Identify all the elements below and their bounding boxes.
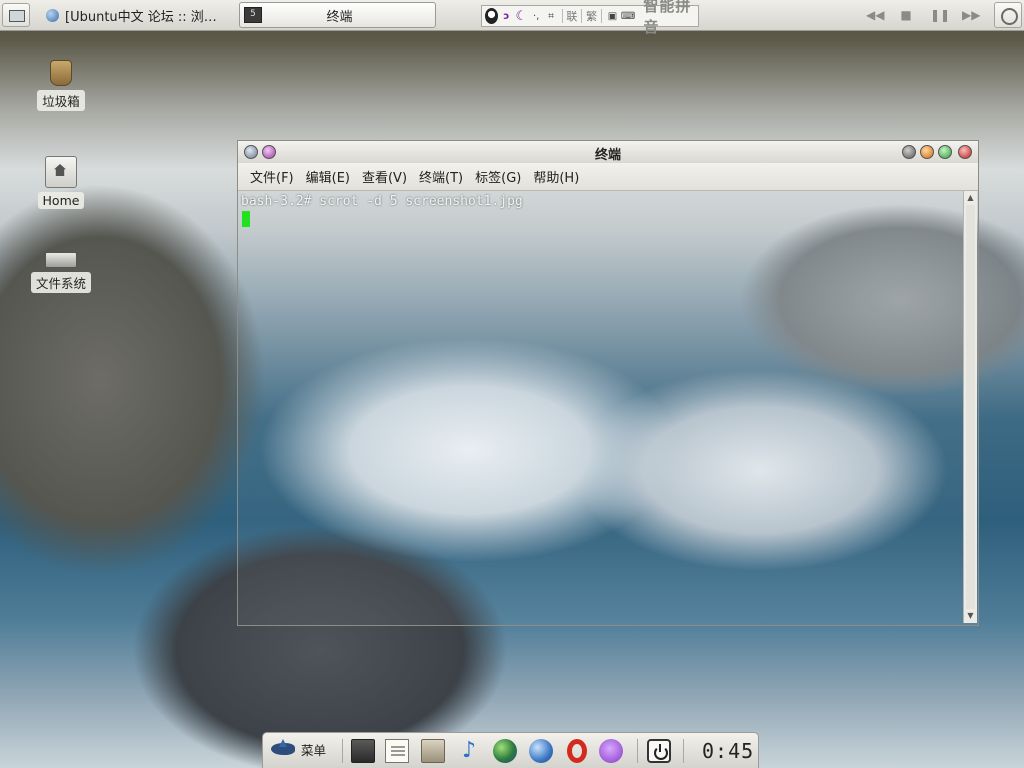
text-cursor bbox=[242, 211, 250, 227]
opera-browser-icon[interactable] bbox=[567, 739, 587, 763]
minimize-button[interactable] bbox=[902, 145, 916, 159]
earth-icon[interactable] bbox=[493, 739, 517, 763]
command-line: bash-3.2# scrot -d 5 screenshot1.jpg bbox=[241, 194, 523, 209]
input-method-bar: ɔ ☾ ·, ⌗ 联 繁 ▣ ⌨ 智能拼音 bbox=[481, 0, 699, 36]
traditional-toggle[interactable]: 繁 bbox=[586, 8, 597, 24]
lock-icon[interactable]: ▣ bbox=[606, 8, 619, 24]
taskbar-item-browser[interactable]: [Ubuntu中文 论坛 :: 浏… bbox=[40, 2, 235, 28]
desktop-icon-label: 文件系统 bbox=[30, 272, 91, 293]
filesystem-icon bbox=[45, 252, 77, 268]
ime-mode-icon[interactable]: ɔ bbox=[500, 8, 513, 24]
stop-icon[interactable]: ■ bbox=[898, 7, 914, 23]
browser-globe-icon bbox=[46, 8, 59, 22]
next-track-icon[interactable]: ▶▶ bbox=[962, 7, 980, 23]
menu-terminal[interactable]: 终端(T) bbox=[413, 167, 469, 186]
scroll-down-icon[interactable]: ▼ bbox=[964, 610, 977, 622]
keyboard-icon[interactable]: ⌨ bbox=[621, 8, 635, 24]
main-menu-label: 菜单 bbox=[301, 742, 327, 758]
file-manager-icon[interactable] bbox=[421, 739, 445, 763]
menu-logo-icon bbox=[269, 737, 297, 761]
menu-tabs[interactable]: 标签(G) bbox=[469, 167, 527, 186]
show-desktop-button[interactable] bbox=[2, 3, 30, 27]
power-icon[interactable] bbox=[647, 739, 671, 763]
desktop-icon-label: 垃圾箱 bbox=[37, 90, 85, 111]
taskbar-item-label: 终端 bbox=[326, 9, 353, 25]
trash-icon bbox=[50, 60, 72, 86]
terminal-menubar: 文件(F) 编辑(E) 查看(V) 终端(T) 标签(G) 帮助(H) bbox=[238, 163, 978, 191]
penguin-icon[interactable] bbox=[485, 8, 498, 24]
restore-button[interactable] bbox=[938, 145, 952, 159]
chat-icon[interactable] bbox=[599, 739, 623, 763]
close-button[interactable] bbox=[958, 145, 972, 159]
desktop-icon-home[interactable]: Home bbox=[16, 156, 106, 209]
terminal-window: 终端 文件(F) 编辑(E) 查看(V) 终端(T) 标签(G) 帮助(H) b… bbox=[237, 140, 979, 626]
tray-status-icon[interactable] bbox=[994, 2, 1022, 28]
menu-help[interactable]: 帮助(H) bbox=[527, 167, 585, 186]
window-titlebar[interactable]: 终端 bbox=[238, 141, 978, 164]
menu-view[interactable]: 查看(V) bbox=[356, 167, 413, 186]
punctuation-icon[interactable]: ·, bbox=[530, 8, 543, 24]
desktop-icon-label: Home bbox=[37, 192, 85, 209]
vertical-scrollbar[interactable]: ▲ ▼ bbox=[963, 191, 977, 623]
menu-file[interactable]: 文件(F) bbox=[244, 167, 300, 186]
home-folder-icon bbox=[45, 156, 77, 188]
desktop-icon-trash[interactable]: 垃圾箱 bbox=[16, 60, 106, 111]
terminal-icon: 5 bbox=[244, 7, 262, 23]
pause-icon[interactable]: ❚❚ bbox=[930, 7, 950, 23]
scroll-track[interactable] bbox=[966, 205, 975, 609]
terminal-icon[interactable] bbox=[351, 739, 375, 763]
desktop-icon-filesystem[interactable]: 文件系统 bbox=[16, 240, 106, 293]
previous-track-icon[interactable]: ◀◀ bbox=[866, 7, 884, 23]
taskbar-item-terminal[interactable]: 5 终端 bbox=[239, 2, 436, 28]
maximize-button[interactable] bbox=[920, 145, 934, 159]
music-player-icon[interactable]: ♪ bbox=[457, 739, 481, 763]
bottom-dock: 菜单 ♪ 0:45 bbox=[262, 732, 759, 768]
scroll-up-icon[interactable]: ▲ bbox=[964, 192, 977, 204]
soft-keyboard-toggle-icon[interactable]: ⌗ bbox=[545, 8, 558, 24]
text-editor-icon[interactable] bbox=[385, 739, 409, 763]
menu-edit[interactable]: 编辑(E) bbox=[300, 167, 356, 186]
main-menu-button[interactable]: 菜单 bbox=[269, 737, 326, 761]
terminal-output[interactable]: bash-3.2# scrot -d 5 screenshot1.jpg bbox=[239, 191, 962, 623]
ime-name[interactable]: 智能拼音 bbox=[643, 0, 695, 37]
web-browser-icon[interactable] bbox=[529, 739, 553, 763]
clock[interactable]: 0:45 bbox=[702, 738, 754, 764]
taskbar-item-label: [Ubuntu中文 论坛 :: 浏… bbox=[65, 9, 217, 25]
top-panel: [Ubuntu中文 论坛 :: 浏… 5 终端 ɔ ☾ ·, ⌗ 联 繁 ▣ ⌨… bbox=[0, 0, 1024, 36]
window-title: 终端 bbox=[594, 148, 621, 163]
association-toggle[interactable]: 联 bbox=[566, 8, 577, 24]
moon-icon[interactable]: ☾ bbox=[515, 8, 528, 24]
